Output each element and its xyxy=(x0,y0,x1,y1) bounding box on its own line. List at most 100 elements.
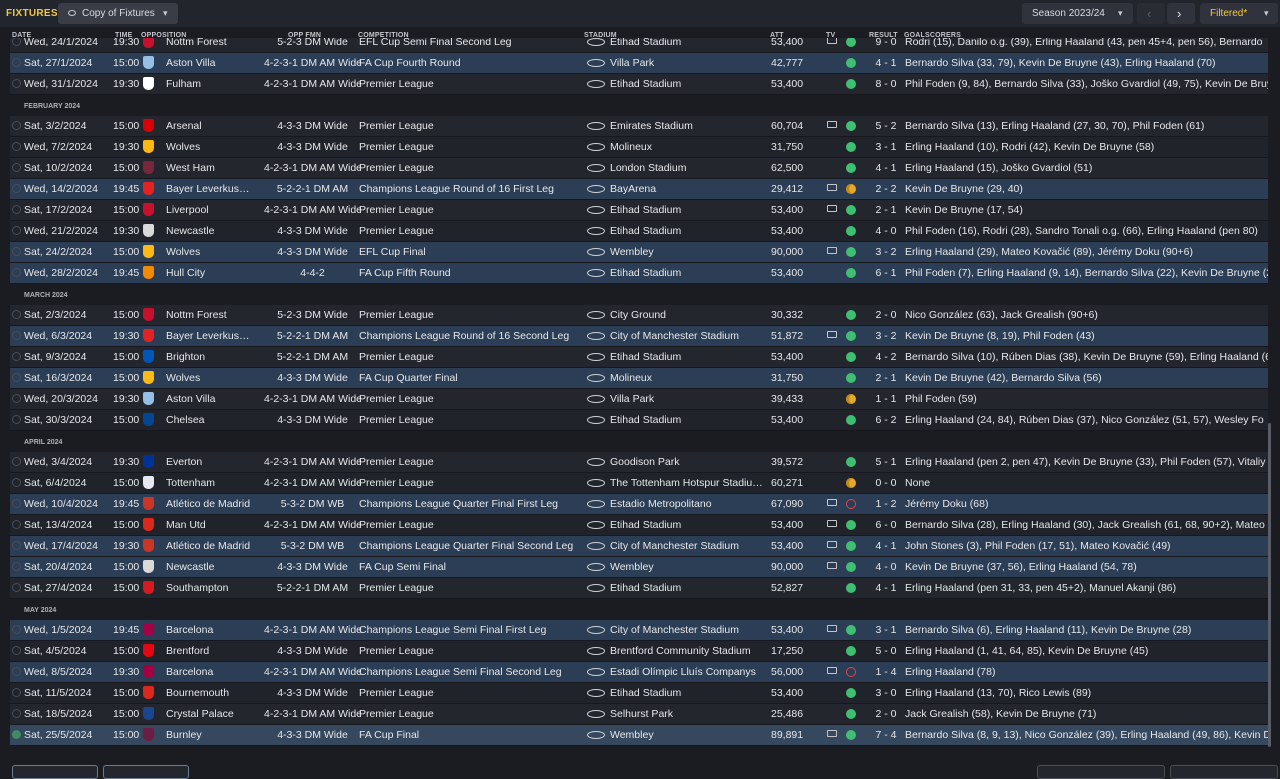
opposition-link[interactable]: Liverpool xyxy=(166,204,276,216)
row-checkbox[interactable] xyxy=(12,142,21,151)
row-checkbox[interactable] xyxy=(12,58,21,67)
competition-link[interactable]: Premier League xyxy=(359,393,587,405)
row-checkbox[interactable] xyxy=(12,38,21,46)
row-checkbox[interactable] xyxy=(12,394,21,403)
competition-link[interactable]: Premier League xyxy=(359,708,587,720)
fixture-row[interactable]: Wed, 14/2/2024 19:45 Bayer Leverkus… 5-2-2-… xyxy=(10,179,1268,200)
next-season-button[interactable]: › xyxy=(1167,3,1195,24)
opposition-link[interactable]: Wolves xyxy=(166,246,276,258)
opposition-link[interactable]: Newcastle xyxy=(166,225,276,237)
row-checkbox[interactable] xyxy=(12,226,21,235)
opposition-link[interactable]: West Ham xyxy=(166,162,276,174)
opposition-link[interactable]: Wolves xyxy=(166,372,276,384)
competition-link[interactable]: Champions League Quarter Final Second Le… xyxy=(359,540,587,552)
footer-button-right[interactable] xyxy=(1170,765,1278,779)
competition-link[interactable]: Premier League xyxy=(359,687,587,699)
fixture-row[interactable]: Sat, 6/4/2024 15:00 Tottenham 4-2-3-1 DM AM… xyxy=(10,473,1268,494)
opposition-link[interactable]: Burnley xyxy=(166,729,276,741)
row-checkbox[interactable] xyxy=(12,205,21,214)
match-score[interactable]: 3 - 2 xyxy=(866,246,906,258)
match-score[interactable]: 3 - 1 xyxy=(866,141,906,153)
competition-link[interactable]: Premier League xyxy=(359,456,587,468)
competition-link[interactable]: Champions League Round of 16 First Leg xyxy=(359,183,587,195)
competition-link[interactable]: Premier League xyxy=(359,582,587,594)
fixture-row[interactable]: Wed, 10/4/2024 19:45 Atlético de Madrid 5-3… xyxy=(10,494,1268,515)
competition-link[interactable]: Premier League xyxy=(359,351,587,363)
competition-link[interactable]: FA Cup Quarter Final xyxy=(359,372,587,384)
match-score[interactable]: 3 - 0 xyxy=(866,687,906,699)
competition-link[interactable]: Champions League Quarter Final First Leg xyxy=(359,498,587,510)
opposition-link[interactable]: Atlético de Madrid xyxy=(166,540,276,552)
fixture-row[interactable]: Sat, 18/5/2024 15:00 Crystal Palace 4-2-3-1… xyxy=(10,704,1268,725)
match-score[interactable]: 5 - 1 xyxy=(866,456,906,468)
opposition-link[interactable]: Southampton xyxy=(166,582,276,594)
fixture-row[interactable]: Sat, 27/4/2024 15:00 Southampton 5-2-2-1 DM… xyxy=(10,578,1268,599)
match-score[interactable]: 3 - 1 xyxy=(866,624,906,636)
match-score[interactable]: 8 - 0 xyxy=(866,78,906,90)
competition-link[interactable]: Champions League Semi Final Second Leg xyxy=(359,666,587,678)
match-score[interactable]: 4 - 0 xyxy=(866,225,906,237)
competition-link[interactable]: Premier League xyxy=(359,645,587,657)
fixture-row[interactable]: Wed, 8/5/2024 19:30 Barcelona 4-2-3-1 DM AM… xyxy=(10,662,1268,683)
match-score[interactable]: 2 - 0 xyxy=(866,309,906,321)
row-checkbox[interactable] xyxy=(12,541,21,550)
match-score[interactable]: 6 - 2 xyxy=(866,414,906,426)
match-score[interactable]: 4 - 1 xyxy=(866,57,906,69)
row-checkbox[interactable] xyxy=(12,268,21,277)
competition-link[interactable]: EFL Cup Final xyxy=(359,246,587,258)
competition-link[interactable]: FA Cup Semi Final xyxy=(359,561,587,573)
fixture-row[interactable]: Sat, 3/2/2024 15:00 Arsenal 4-3-3 DM Wide Pr… xyxy=(10,116,1268,137)
footer-button-second[interactable] xyxy=(103,765,189,779)
fixture-row[interactable]: Wed, 1/5/2024 19:45 Barcelona 4-2-3-1 DM AM… xyxy=(10,620,1268,641)
fixture-row[interactable]: Sat, 10/2/2024 15:00 West Ham 4-2-3-1 DM AM… xyxy=(10,158,1268,179)
fixture-row[interactable]: Sat, 27/1/2024 15:00 Aston Villa 4-2-3-1 DM… xyxy=(10,53,1268,74)
row-checkbox[interactable] xyxy=(12,331,21,340)
match-score[interactable]: 3 - 2 xyxy=(866,330,906,342)
opposition-link[interactable]: Atlético de Madrid xyxy=(166,498,276,510)
fixture-row[interactable]: Sat, 17/2/2024 15:00 Liverpool 4-2-3-1 DM A… xyxy=(10,200,1268,221)
competition-link[interactable]: Premier League xyxy=(359,204,587,216)
match-score[interactable]: 4 - 2 xyxy=(866,351,906,363)
row-checkbox[interactable] xyxy=(12,520,21,529)
previous-season-button[interactable]: ‹ xyxy=(1137,3,1165,24)
opposition-link[interactable]: Barcelona xyxy=(166,666,276,678)
fixture-row[interactable]: Sat, 2/3/2024 15:00 Nottm Forest 5-2-3 DM W… xyxy=(10,305,1268,326)
competition-link[interactable]: EFL Cup Semi Final Second Leg xyxy=(359,38,587,48)
row-checkbox[interactable] xyxy=(12,478,21,487)
filter-dropdown[interactable]: Filtered* ▾ xyxy=(1200,3,1278,24)
match-score[interactable]: 0 - 0 xyxy=(866,477,906,489)
footer-button-left[interactable] xyxy=(12,765,98,779)
opposition-link[interactable]: Nottm Forest xyxy=(166,309,276,321)
match-score[interactable]: 7 - 4 xyxy=(866,729,906,741)
opposition-link[interactable]: Bayer Leverkus… xyxy=(166,330,276,342)
row-checkbox[interactable] xyxy=(12,709,21,718)
match-score[interactable]: 6 - 0 xyxy=(866,519,906,531)
match-score[interactable]: 5 - 2 xyxy=(866,120,906,132)
match-score[interactable]: 9 - 0 xyxy=(866,38,906,48)
fixture-row[interactable]: Sat, 25/5/2024 15:00 Burnley 4-3-3 DM Wide F… xyxy=(10,725,1268,746)
opposition-link[interactable]: Aston Villa xyxy=(166,57,276,69)
competition-link[interactable]: FA Cup Final xyxy=(359,729,587,741)
row-checkbox[interactable] xyxy=(12,247,21,256)
fixture-row[interactable]: Wed, 6/3/2024 19:30 Bayer Leverkus… 5-2-2-1… xyxy=(10,326,1268,347)
row-checkbox[interactable] xyxy=(12,415,21,424)
opposition-link[interactable]: Aston Villa xyxy=(166,393,276,405)
match-score[interactable]: 1 - 4 xyxy=(866,666,906,678)
competition-link[interactable]: Premier League xyxy=(359,141,587,153)
opposition-link[interactable]: Crystal Palace xyxy=(166,708,276,720)
row-checkbox[interactable] xyxy=(12,499,21,508)
opposition-link[interactable]: Brighton xyxy=(166,351,276,363)
competition-link[interactable]: FA Cup Fifth Round xyxy=(359,267,587,279)
fixture-row[interactable]: Wed, 31/1/2024 19:30 Fulham 4-2-3-1 DM AM W… xyxy=(10,74,1268,95)
fixture-row[interactable]: Sat, 4/5/2024 15:00 Brentford 4-3-3 DM Wide… xyxy=(10,641,1268,662)
opposition-link[interactable]: Tottenham xyxy=(166,477,276,489)
match-score[interactable]: 1 - 2 xyxy=(866,498,906,510)
competition-link[interactable]: Premier League xyxy=(359,162,587,174)
row-checkbox[interactable] xyxy=(12,646,21,655)
match-score[interactable]: 6 - 1 xyxy=(866,267,906,279)
match-score[interactable]: 2 - 1 xyxy=(866,204,906,216)
vertical-scrollbar[interactable] xyxy=(1268,423,1271,747)
row-checkbox[interactable] xyxy=(12,79,21,88)
competition-link[interactable]: Premier League xyxy=(359,78,587,90)
fixture-row[interactable]: Sat, 24/2/2024 15:00 Wolves 4-3-3 DM Wide EF… xyxy=(10,242,1268,263)
